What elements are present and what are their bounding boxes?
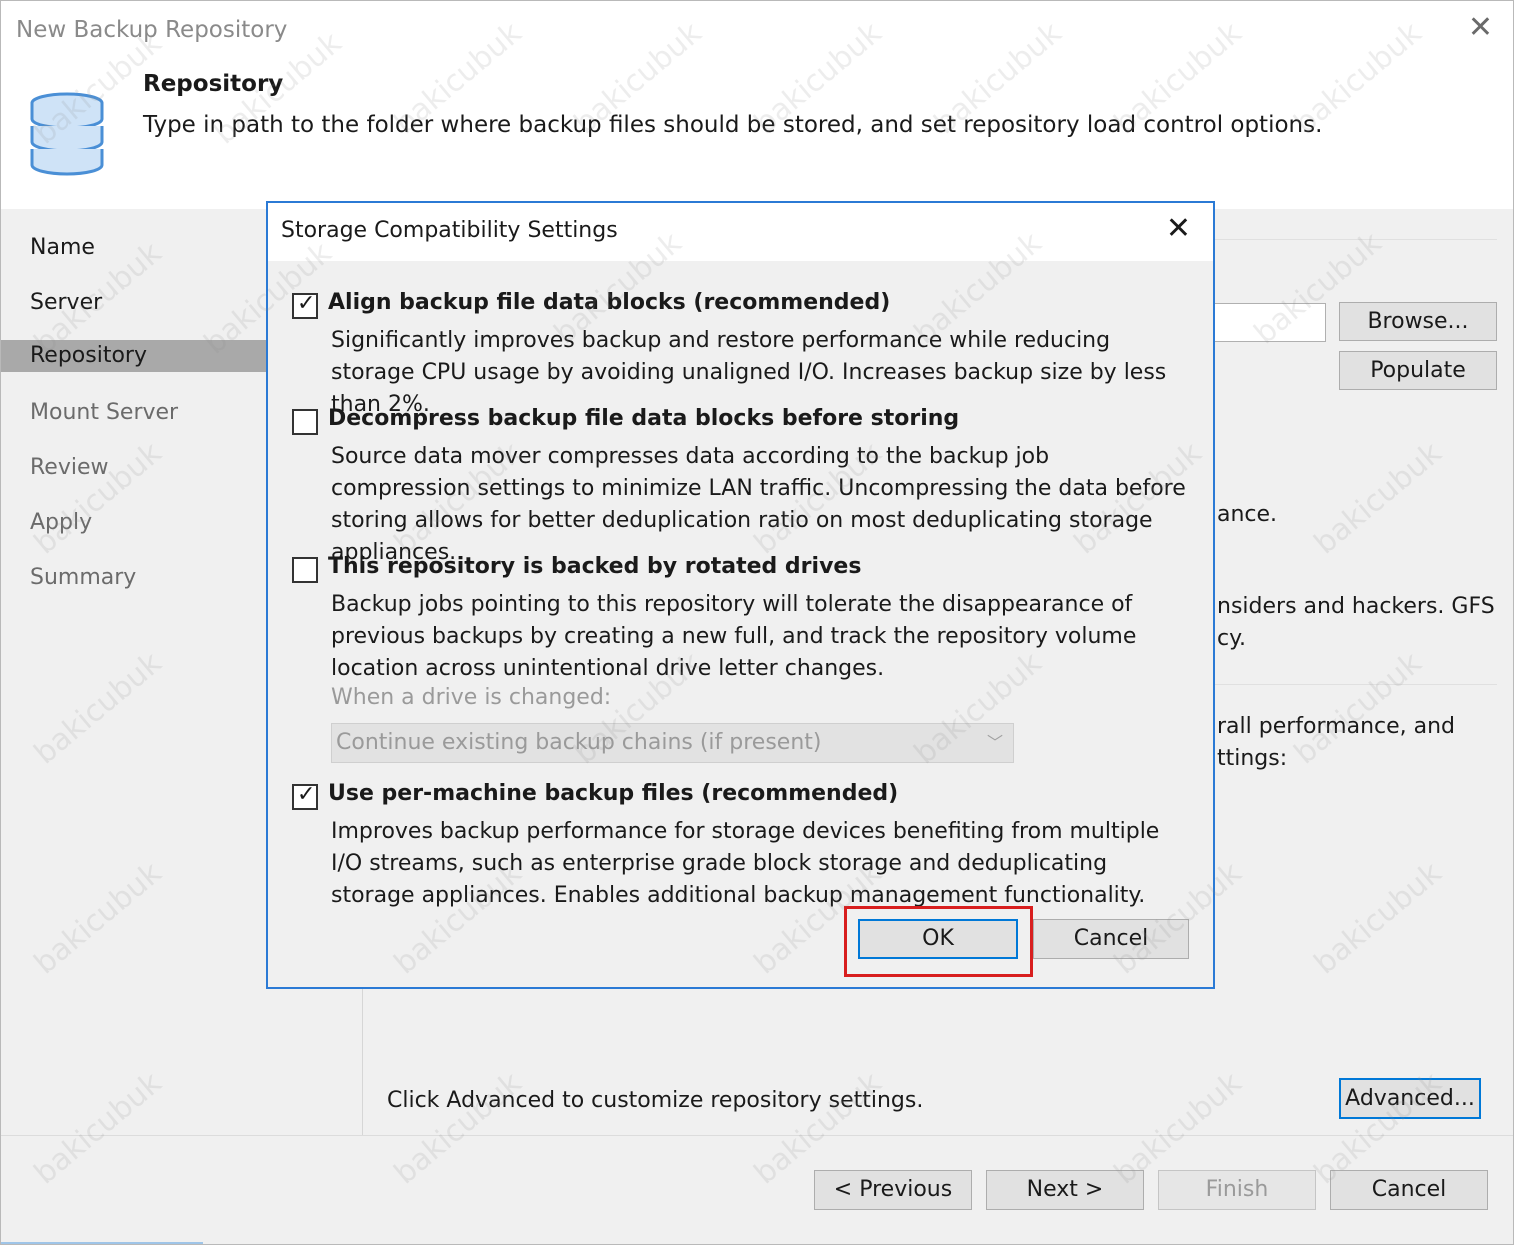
watermark: bakicubuk bbox=[387, 1065, 529, 1192]
checkmark-icon: ✓ bbox=[297, 782, 316, 807]
align-blocks-checkbox[interactable]: ✓ bbox=[292, 291, 318, 319]
page-title: Repository bbox=[143, 71, 284, 97]
previous-button[interactable]: < Previous bbox=[814, 1170, 972, 1210]
browse-button[interactable]: Browse... bbox=[1339, 302, 1497, 341]
window-titlebar: New Backup Repository ✕ bbox=[1, 1, 1513, 61]
folder-path-input[interactable] bbox=[1213, 303, 1326, 342]
dialog-cancel-button[interactable]: Cancel bbox=[1033, 919, 1189, 959]
finish-button: Finish bbox=[1158, 1170, 1316, 1210]
option-label[interactable]: Decompress backup file data blocks befor… bbox=[328, 406, 959, 431]
section-divider bbox=[1215, 239, 1497, 240]
wizard-cancel-button[interactable]: Cancel bbox=[1330, 1170, 1488, 1210]
option-label[interactable]: Align backup file data blocks (recommend… bbox=[328, 290, 890, 315]
section-divider bbox=[1215, 684, 1497, 685]
sidebar-item-review: Review bbox=[30, 455, 109, 480]
storage-compatibility-dialog: Storage Compatibility Settings ✕ ✓ Align… bbox=[266, 201, 1215, 989]
chevron-down-icon: ﹀ bbox=[986, 733, 1003, 752]
page-description: Type in path to the folder where backup … bbox=[143, 112, 1323, 138]
per-machine-files-checkbox[interactable]: ✓ bbox=[292, 782, 318, 810]
sidebar-item-server[interactable]: Server bbox=[1, 287, 266, 319]
option-description: Source data mover compresses data accord… bbox=[331, 444, 1186, 565]
background-text-fragment: cy. bbox=[1217, 626, 1246, 651]
sidebar-item-apply: Apply bbox=[30, 510, 93, 535]
watermark: bakicubuk bbox=[1307, 855, 1449, 982]
option-description: Backup jobs pointing to this repository … bbox=[331, 592, 1137, 681]
window-close-icon[interactable]: ✕ bbox=[1468, 13, 1493, 43]
dialog-title: Storage Compatibility Settings bbox=[281, 218, 618, 243]
drive-change-label: When a drive is changed: bbox=[331, 685, 612, 710]
drive-change-select: Continue existing backup chains (if pres… bbox=[331, 723, 1014, 763]
background-text-fragment: nsiders and hackers. GFS bbox=[1217, 594, 1495, 619]
advanced-hint-text: Click Advanced to customize repository s… bbox=[387, 1088, 924, 1113]
new-backup-repository-window: New Backup Repository ✕ Repository Type … bbox=[0, 0, 1514, 1245]
background-text-fragment: rall performance, and bbox=[1217, 714, 1456, 739]
dialog-close-icon[interactable]: ✕ bbox=[1166, 214, 1191, 244]
advanced-button[interactable]: Advanced... bbox=[1339, 1078, 1481, 1119]
option-label[interactable]: This repository is backed by rotated dri… bbox=[328, 554, 861, 579]
sidebar-item-summary: Summary bbox=[30, 565, 137, 590]
footer-divider bbox=[1, 1135, 1513, 1136]
checkmark-icon: ✓ bbox=[297, 291, 316, 316]
sidebar-item-mount-server: Mount Server bbox=[30, 400, 179, 425]
database-icon bbox=[29, 91, 105, 187]
wizard-header: Repository Type in path to the folder wh… bbox=[1, 61, 1513, 209]
rotated-drives-checkbox[interactable] bbox=[292, 557, 318, 583]
populate-button[interactable]: Populate bbox=[1339, 351, 1497, 390]
window-title: New Backup Repository bbox=[16, 17, 288, 43]
background-text-fragment: ance. bbox=[1217, 502, 1278, 527]
background-text-fragment: ttings: bbox=[1217, 746, 1288, 771]
drive-change-value: Continue existing backup chains (if pres… bbox=[336, 730, 822, 755]
watermark: bakicubuk bbox=[1307, 435, 1449, 562]
option-label[interactable]: Use per-machine backup files (recommende… bbox=[328, 781, 898, 806]
next-button[interactable]: Next > bbox=[986, 1170, 1144, 1210]
sidebar-item-name[interactable]: Name bbox=[1, 232, 266, 264]
watermark: bakicubuk bbox=[1287, 645, 1429, 772]
option-description: Improves backup performance for storage … bbox=[331, 819, 1160, 908]
ok-button-highlight bbox=[844, 906, 1033, 977]
dialog-titlebar: Storage Compatibility Settings ✕ bbox=[268, 203, 1213, 261]
decompress-blocks-checkbox[interactable] bbox=[292, 409, 318, 435]
sidebar-item-repository[interactable]: Repository bbox=[1, 340, 266, 372]
